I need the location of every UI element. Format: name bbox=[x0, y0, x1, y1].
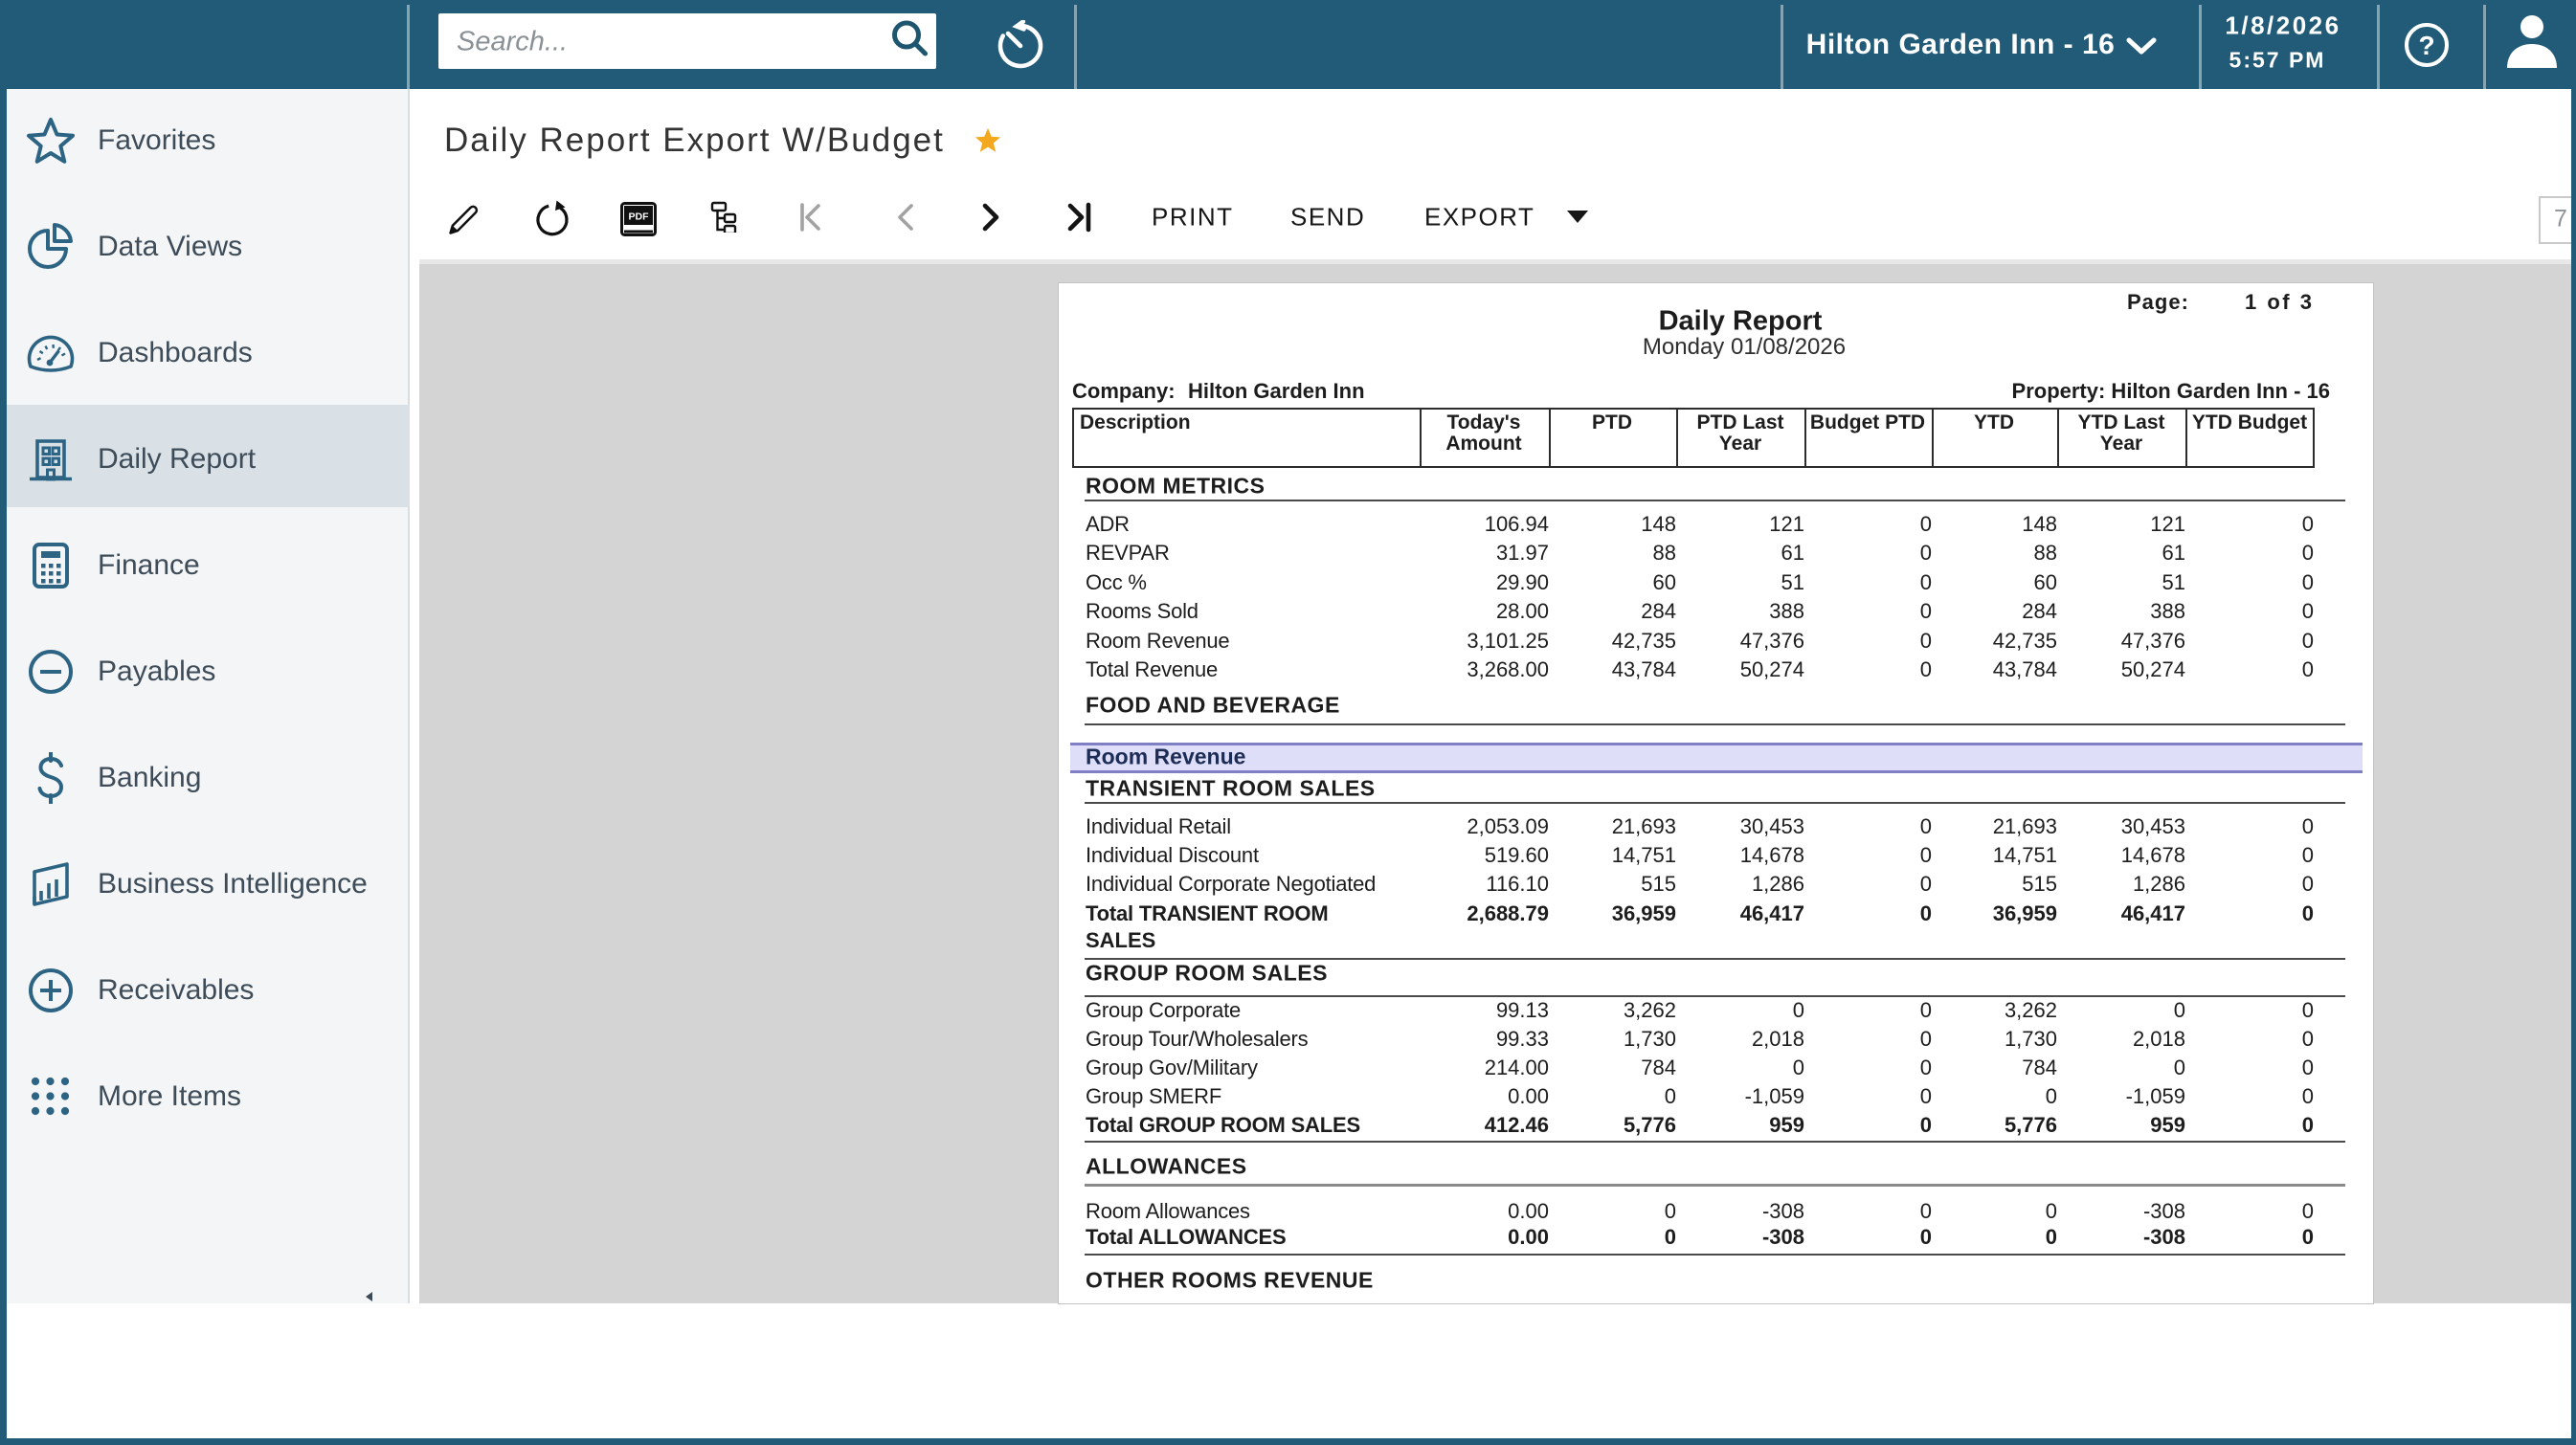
svg-text:PDF: PDF bbox=[629, 211, 650, 223]
